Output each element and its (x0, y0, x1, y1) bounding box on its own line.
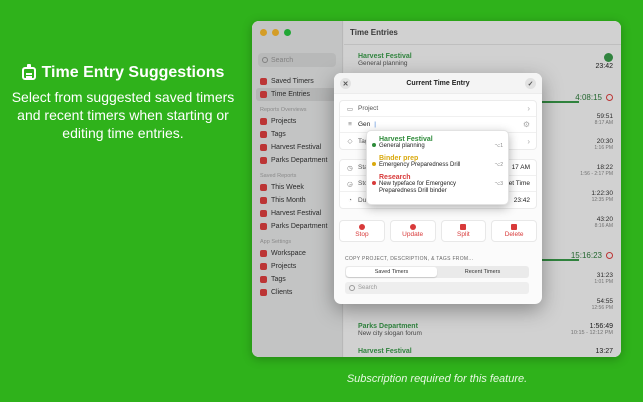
timer-icon (260, 78, 267, 85)
folder-icon (260, 263, 267, 270)
sidebar: Search Saved Timers Time Entries Reports… (252, 21, 343, 357)
report-icon (260, 223, 267, 230)
entry-time: 43:20 8:16 AM (594, 216, 613, 229)
stop-clock-icon: ◶ (347, 180, 353, 188)
running-indicator-icon[interactable] (604, 53, 613, 62)
gear-icon[interactable]: ⚙ (523, 120, 530, 129)
zoom-window-button[interactable] (284, 29, 291, 36)
search-icon (349, 285, 355, 291)
shortcut-label: ⌥3 (494, 181, 503, 187)
folder-icon: ▭ (346, 105, 354, 113)
sidebar-item-saved-parks[interactable]: Parks Department (252, 220, 342, 233)
promo-title-text: Time Entry Suggestions (41, 64, 225, 81)
clock-icon: ◷ (347, 164, 353, 172)
timer-search-input[interactable]: Search (345, 282, 529, 294)
sidebar-item-clients[interactable]: Clients (252, 286, 342, 299)
alert-icon (606, 93, 613, 101)
window-controls (252, 29, 342, 39)
entry-time: 18:22 1:56 - 2:17 PM (580, 164, 613, 177)
suggestion-item[interactable]: Research New typeface for Emergency Prep… (367, 172, 508, 198)
tag-icon (260, 131, 267, 138)
calendar-icon (260, 184, 267, 191)
sidebar-item-saved-timers[interactable]: Saved Timers (252, 75, 342, 88)
list-icon (260, 91, 267, 98)
sidebar-item-overview-harvest[interactable]: Harvest Festival (252, 141, 342, 154)
sidebar-item-tags[interactable]: Tags (252, 273, 342, 286)
project-color-dot (372, 181, 376, 185)
close-icon[interactable]: ✕ (340, 78, 351, 89)
entry-time: 20:30 1:16 PM (594, 138, 613, 151)
split-icon (460, 224, 467, 230)
delete-button[interactable]: Delete (491, 220, 537, 242)
trash-icon (511, 224, 518, 230)
tab-saved-timers[interactable]: Saved Timers (346, 267, 437, 277)
sidebar-search[interactable]: Search (258, 53, 336, 67)
sidebar-item-this-week[interactable]: This Week (252, 181, 342, 194)
project-color-dot (372, 143, 376, 147)
chevron-right-icon: › (527, 136, 530, 146)
minimize-window-button[interactable] (272, 29, 279, 36)
suggestion-popup: Harvest Festival General planning ⌥1 Bin… (366, 130, 509, 205)
tag-icon: ◇ (347, 138, 353, 145)
description-icon: ≡ (348, 121, 352, 128)
calendar-icon (260, 197, 267, 204)
shortcut-label: ⌥2 (494, 162, 503, 168)
folder-icon (260, 118, 267, 125)
promo-block: Time Entry Suggestions Select from sugge… (0, 63, 246, 142)
suggestion-item[interactable]: Harvest Festival General planning ⌥1 (367, 134, 508, 153)
tag-icon (260, 276, 267, 283)
tab-recent-timers[interactable]: Recent Timers (437, 267, 528, 277)
sidebar-item-this-month[interactable]: This Month (252, 194, 342, 207)
update-button[interactable]: Update (389, 220, 436, 242)
entry-time: 1:22:30 12:35 PM (591, 190, 613, 203)
timer-icon: ◔ (348, 196, 352, 204)
stop-icon (358, 224, 365, 230)
clients-icon (260, 289, 267, 296)
time-entry-row[interactable]: Harvest Festival 13:27 (358, 348, 613, 355)
sidebar-item-workspace[interactable]: Workspace (252, 247, 342, 260)
shortcut-label: ⌥1 (494, 143, 503, 149)
search-icon (262, 57, 268, 63)
promo-title: Time Entry Suggestions (0, 63, 246, 82)
section-saved-reports: Saved Reports (260, 173, 297, 179)
sidebar-item-projects[interactable]: Projects (252, 260, 342, 273)
report-icon (260, 144, 267, 151)
timer-source-tabs: Saved Timers Recent Timers (345, 266, 529, 278)
section-reports-overviews: Reports Overviews (260, 107, 307, 113)
project-color-dot (372, 162, 376, 166)
close-window-button[interactable] (260, 29, 267, 36)
action-buttons: Stop Update Split Delete (339, 220, 537, 242)
section-app-settings: App Settings (260, 239, 292, 245)
report-icon (260, 157, 267, 164)
subscription-note: Subscription required for this feature. (346, 373, 528, 385)
time-entry-row[interactable]: Parks Department New city slogan forum 1… (358, 323, 613, 337)
project-field[interactable]: ▭ Project › (340, 101, 536, 117)
alert-icon (606, 251, 613, 259)
sidebar-item-saved-harvest[interactable]: Harvest Festival (252, 207, 342, 220)
sidebar-item-overview-parks[interactable]: Parks Department (252, 154, 342, 167)
sidebar-item-time-entries[interactable]: Time Entries (256, 88, 338, 101)
suggestion-icon (21, 63, 36, 80)
confirm-icon[interactable]: ✓ (525, 78, 536, 89)
stop-button[interactable]: Stop (339, 220, 385, 242)
workspace-icon (260, 250, 267, 257)
report-icon (260, 210, 267, 217)
checkmark-icon (409, 224, 416, 230)
sheet-title: Current Time Entry (406, 79, 470, 87)
split-button[interactable]: Split (440, 220, 487, 242)
copy-from-header: COPY PROJECT, DESCRIPTION, & TAGS FROM..… (345, 256, 474, 262)
running-entry[interactable]: Harvest Festival General planning 23:42 (358, 53, 613, 70)
sidebar-item-overview-projects[interactable]: Projects (252, 115, 342, 128)
entry-time: 59:51 8:17 AM (594, 113, 613, 126)
sheet-header: ✕ Current Time Entry ✓ (334, 73, 542, 94)
sidebar-item-overview-tags[interactable]: Tags (252, 128, 342, 141)
chevron-right-icon: › (527, 104, 530, 113)
entry-time: 31:23 1:01 PM (594, 272, 613, 285)
page-title: Time Entries (344, 21, 621, 45)
promo-subtitle: Select from suggested saved timers and r… (11, 89, 235, 141)
entry-time: 54:55 12:56 PM (591, 298, 613, 311)
suggestion-item[interactable]: Binder prep Emergency Preparedness Drill… (367, 153, 508, 172)
